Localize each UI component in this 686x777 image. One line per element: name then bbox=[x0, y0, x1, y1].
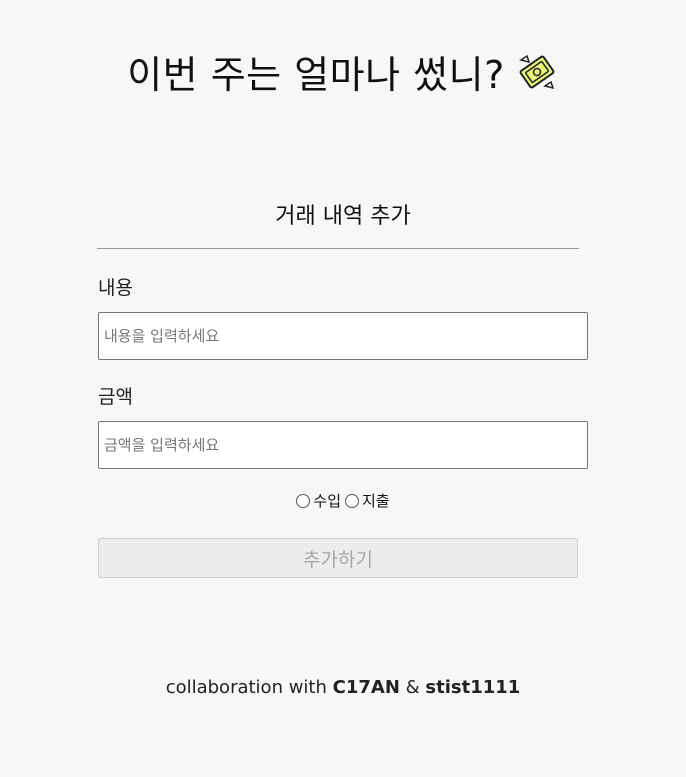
footer-separator: & bbox=[405, 677, 420, 698]
radio-income-label: 수입 bbox=[313, 492, 341, 510]
radio-income[interactable]: 수입 bbox=[296, 490, 341, 511]
content-label: 내용 bbox=[98, 277, 133, 299]
radio-income-circle[interactable] bbox=[296, 493, 311, 508]
money-with-wings-icon bbox=[515, 50, 559, 94]
amount-input[interactable] bbox=[98, 421, 588, 469]
radio-expense-circle[interactable] bbox=[345, 493, 359, 508]
page: 이번 주는 얼마나 썼니? 거래 내역 추가 내용 금액 수입 지출 bbox=[0, 0, 686, 777]
form-divider bbox=[97, 248, 579, 249]
radio-expense-label: 지출 bbox=[362, 492, 390, 510]
add-transaction-button[interactable]: 추가하기 bbox=[98, 538, 578, 578]
radio-expense[interactable]: 지출 bbox=[345, 490, 390, 511]
form-heading: 거래 내역 추가 bbox=[275, 204, 411, 229]
footer-author-2: stist1111 bbox=[425, 677, 521, 698]
footer-author-1: C17AN bbox=[332, 677, 400, 698]
content-input[interactable] bbox=[98, 312, 588, 360]
page-title-text: 이번 주는 얼마나 썼니? bbox=[127, 53, 505, 97]
page-title: 이번 주는 얼마나 썼니? bbox=[0, 44, 686, 99]
amount-label: 금액 bbox=[98, 386, 133, 408]
footer-credits: collaboration with C17AN & stist1111 bbox=[0, 677, 686, 698]
footer-prefix: collaboration with bbox=[165, 677, 327, 698]
transaction-type-group: 수입 지출 bbox=[0, 490, 686, 511]
